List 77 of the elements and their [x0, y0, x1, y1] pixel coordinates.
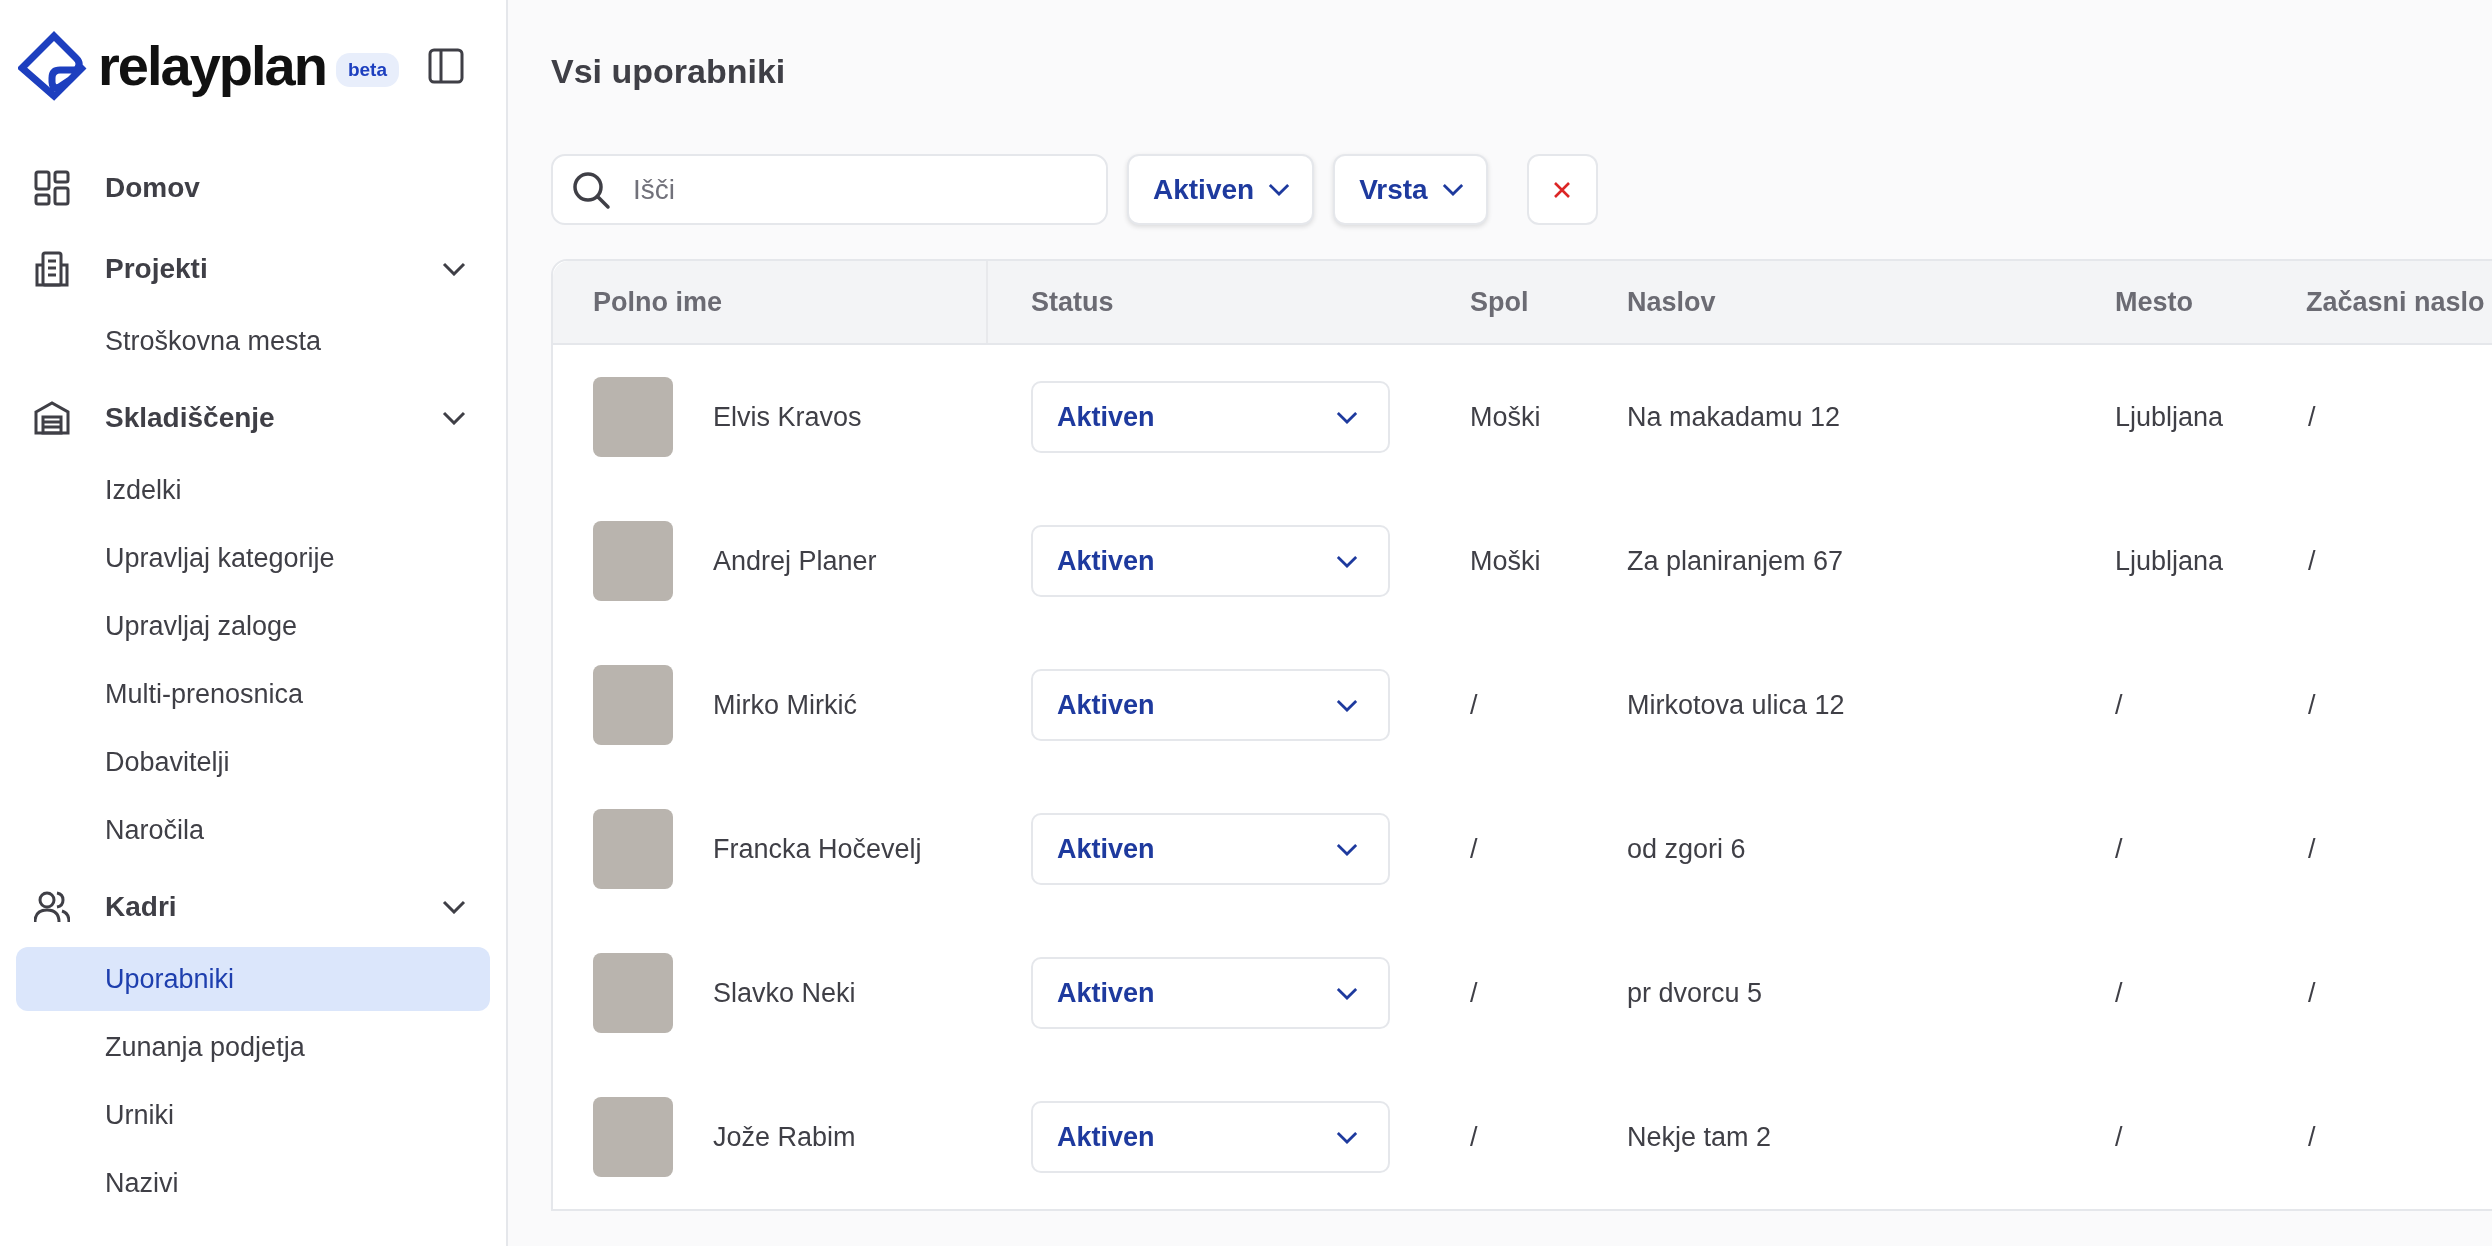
table-cell: /: [1470, 689, 1478, 721]
table-cell: od zgori 6: [1627, 833, 1746, 865]
table-cell: Andrej Planer: [713, 545, 877, 577]
table-cell: /: [2115, 833, 2123, 865]
table-cell: Slavko Neki: [713, 977, 856, 1009]
table-cell: Mirko Mirkić: [713, 689, 857, 721]
table-cell: Na makadamu 12: [1627, 401, 1841, 433]
table-cell: /: [2308, 401, 2316, 433]
table-cell: Moški: [1470, 401, 1541, 433]
sidebar-item[interactable]: Upravljaj zaloge: [16, 594, 490, 658]
sidebar-item[interactable]: Stroškovna mesta: [16, 309, 490, 373]
table-cell: Moški: [1470, 545, 1541, 577]
table-cell: Elvis Kravos: [713, 401, 862, 433]
sidebar-item[interactable]: Naročila: [16, 798, 490, 862]
sidebar-item[interactable]: Zunanja podjetja: [16, 1015, 490, 1079]
status-dropdown[interactable]: Aktiven: [1031, 669, 1390, 741]
column-header: Mesto: [2114, 285, 2194, 319]
sidebar-item[interactable]: Dobavitelji: [16, 730, 490, 794]
table-cell: Francka Hočevelj: [713, 833, 922, 865]
sidebar-item[interactable]: Kadri: [16, 871, 490, 943]
status-dropdown[interactable]: Aktiven: [1031, 813, 1390, 885]
sidebar-item[interactable]: Uporabniki: [16, 947, 490, 1011]
sidebar-item[interactable]: Urniki: [16, 1083, 490, 1147]
chevron-down-icon: [1336, 986, 1358, 1000]
table-cell: /: [2308, 977, 2316, 1009]
building-icon: [34, 251, 70, 287]
column-header: Spol: [1469, 285, 1530, 319]
table-cell: /: [2308, 833, 2316, 865]
table-cell: /: [1470, 833, 1478, 865]
table-cell: /: [2115, 977, 2123, 1009]
table-cell: Jože Rabim: [713, 1121, 856, 1153]
dashboard-icon: [34, 170, 70, 206]
chevron-down-icon: [1336, 410, 1358, 424]
logo-icon: [18, 30, 88, 102]
sidebar-item[interactable]: Upravljaj kategorije: [16, 526, 490, 590]
table-cell: /: [2308, 1121, 2316, 1153]
sidebar-item[interactable]: Projekti: [16, 233, 490, 305]
warehouse-icon: [34, 400, 70, 436]
column-header: Naslov: [1626, 285, 1717, 319]
table-cell: /: [2115, 1121, 2123, 1153]
sidebar-item[interactable]: Nazivi: [16, 1151, 490, 1215]
table-cell: Ljubljana: [2115, 401, 2224, 433]
status-dropdown[interactable]: Aktiven: [1031, 1101, 1390, 1173]
table-cell: /: [2308, 545, 2316, 577]
table-cell: /: [1470, 977, 1478, 1009]
page-title: Vsi uporabniki: [551, 52, 787, 90]
table-cell: Mirkotova ulica 12: [1627, 689, 1845, 721]
users-icon: [34, 889, 70, 925]
search-field[interactable]: Išči: [551, 154, 1108, 225]
chevron-down-icon: [1336, 1130, 1358, 1144]
table-cell: pr dvorcu 5: [1627, 977, 1763, 1009]
chevron-down-icon: [1336, 842, 1358, 856]
table-cell: /: [2308, 689, 2316, 721]
sidebar-item[interactable]: Skladiščenje: [16, 382, 490, 454]
sidebar-item[interactable]: Multi-prenosnica: [16, 662, 490, 726]
sidebar-item[interactable]: Izdelki: [16, 458, 490, 522]
chevron-down-icon: [1441, 183, 1464, 196]
status-dropdown[interactable]: Aktiven: [1031, 525, 1390, 597]
filter-dropdown[interactable]: Vrsta: [1333, 154, 1488, 225]
filter-dropdown[interactable]: Aktiven: [1127, 154, 1315, 225]
sidebar-item[interactable]: Domov: [16, 152, 490, 224]
close-icon: [1552, 179, 1573, 200]
status-dropdown[interactable]: Aktiven: [1031, 957, 1390, 1029]
column-header: Polno ime: [553, 261, 988, 343]
table-cell: /: [2115, 689, 2123, 721]
table-cell: /: [1470, 1121, 1478, 1153]
table-cell: Za planiranjem 67: [1627, 545, 1844, 577]
column-header: Začasni naslo: [2305, 285, 2486, 319]
table-cell: Ljubljana: [2115, 545, 2224, 577]
chevron-down-icon: [1268, 183, 1291, 196]
sidebar-toggle-icon[interactable]: [428, 48, 464, 84]
status-dropdown[interactable]: Aktiven: [1031, 381, 1390, 453]
table-cell: Nekje tam 2: [1627, 1121, 1772, 1153]
beta-badge: beta: [335, 53, 399, 87]
chevron-down-icon: [1336, 698, 1358, 712]
column-header: Status: [1030, 285, 1115, 319]
chevron-down-icon: [1336, 554, 1358, 568]
